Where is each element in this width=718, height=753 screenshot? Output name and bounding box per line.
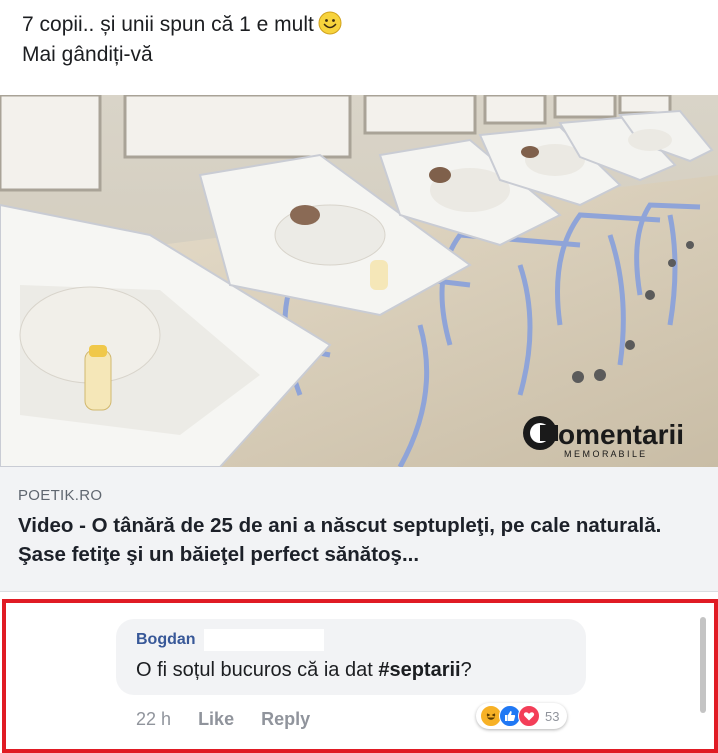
- reaction-summary[interactable]: 53: [476, 703, 568, 729]
- scrollbar[interactable]: [700, 617, 706, 713]
- post-line-1-text: 7 copii.. și unii spun că 1 e mult: [22, 13, 314, 36]
- comment-author-name[interactable]: Bogdan: [136, 631, 196, 649]
- like-button[interactable]: Like: [198, 709, 234, 729]
- love-icon: [518, 705, 540, 727]
- post-line-2: Mai gândiți-vă: [22, 43, 153, 66]
- link-preview-card[interactable]: POETIK.RO Video - O tânără de 25 de ani …: [0, 467, 718, 592]
- post-text: 7 copii.. și unii spun că 1 e mult Mai g…: [22, 10, 702, 70]
- hashtag-link[interactable]: #septarii: [378, 659, 460, 681]
- redacted-surname: [204, 629, 324, 651]
- link-title[interactable]: Video - O tânără de 25 de ani a născut s…: [18, 511, 708, 569]
- svg-text:M E M O R A B I L E: M E M O R A B I L E: [564, 449, 645, 459]
- link-domain: POETIK.RO: [18, 487, 103, 504]
- reaction-count: 53: [545, 708, 560, 724]
- comment-text-end: ?: [460, 659, 472, 681]
- comment-bubble: Bogdan O fi soțul bucuros că ia dat #sep…: [116, 619, 586, 695]
- reply-button[interactable]: Reply: [261, 709, 310, 729]
- comment-text-main: O fi soțul bucuros că ia dat: [136, 659, 379, 681]
- watermark-logo: omentarii M E M O R A B I L E: [518, 411, 708, 461]
- smile-emoji-icon: [318, 11, 342, 35]
- post-line-1: 7 copii.. și unii spun că 1 e mult: [22, 10, 702, 40]
- comment-actions: 22 h Like Reply: [136, 709, 332, 730]
- highlighted-comment-frame: Bogdan O fi soțul bucuros că ia dat #sep…: [2, 599, 718, 753]
- comment-text: O fi soțul bucuros că ia dat #septarii?: [136, 659, 472, 682]
- comment-time[interactable]: 22 h: [136, 709, 171, 729]
- post-photo[interactable]: omentarii M E M O R A B I L E: [0, 95, 718, 467]
- svg-text:omentarii: omentarii: [558, 419, 684, 450]
